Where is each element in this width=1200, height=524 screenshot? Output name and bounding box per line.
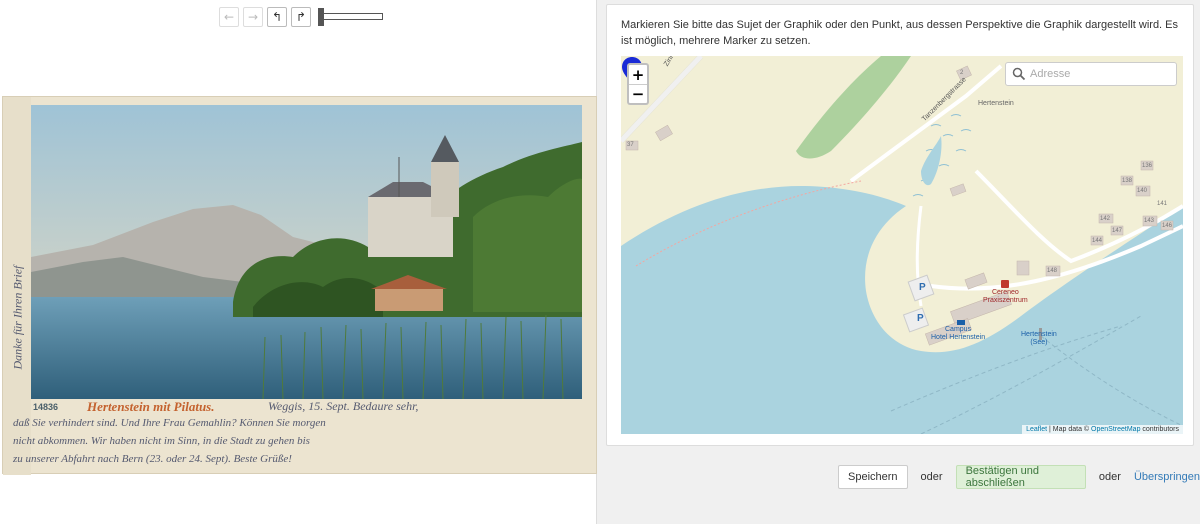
rotate-left-icon[interactable]: ↰	[267, 7, 287, 27]
map-zoom-control: + −	[627, 63, 649, 105]
zoom-in-button[interactable]: +	[629, 65, 647, 84]
slider-thumb[interactable]	[318, 8, 324, 26]
postcard-number: 14836	[33, 402, 59, 412]
address-search-input[interactable]	[1030, 68, 1170, 80]
house-number: 148	[1047, 268, 1058, 274]
house-number: 147	[1112, 228, 1123, 234]
zoom-out-button[interactable]: −	[629, 84, 647, 103]
handwriting-side: Danke für Ihren Brief	[10, 265, 25, 370]
poi-campus-name: Campus	[945, 326, 972, 333]
handwriting-line-4: zu unserer Abfahrt nach Bern (23. oder 2…	[13, 453, 292, 465]
house-number: 138	[1122, 178, 1133, 184]
house-number: 143	[1144, 218, 1155, 224]
handwriting-line-1: Weggis, 15. Sept. Bedaure sehr,	[268, 399, 419, 413]
poi-see-sub: (See)	[1030, 339, 1048, 346]
house-number: 144	[1092, 238, 1103, 244]
viewer-toolbar: ← → ↰ ↱	[219, 7, 383, 27]
confirm-finish-button[interactable]: Bestätigen und abschließen	[955, 465, 1086, 489]
house-number: 37	[627, 142, 634, 148]
poi-campus-icon	[957, 320, 965, 325]
poi-label-hertenstein-see: Hertenstein (See)	[1021, 331, 1057, 347]
map-attribution: Leaflet | Map data © OpenStreetMap contr…	[1022, 425, 1183, 434]
instructions-text: Markieren Sie bitte das Sujet der Graphi…	[621, 19, 1179, 47]
poi-campus-sub: Hotel Hertenstein	[931, 334, 986, 341]
arrow-right-icon[interactable]: →	[243, 7, 263, 27]
house-number: 136	[1142, 163, 1153, 169]
poi-see-name: Hertenstein	[1021, 331, 1057, 338]
action-bar: Speichern oder Bestätigen und abschließe…	[838, 465, 1200, 489]
attribution-sep: | Map data ©	[1047, 426, 1092, 433]
house-number: 140	[1137, 188, 1148, 194]
image-viewer-panel: ← → ↰ ↱ 14836 Hertenstein mit Pilatus. W…	[0, 0, 597, 524]
map-view[interactable]: Zinnenstrasse Tanzenbergstrasse Hertenst…	[621, 56, 1183, 434]
osm-link[interactable]: OpenStreetMap	[1091, 426, 1140, 433]
postcard-image: 14836 Hertenstein mit Pilatus. Weggis, 1…	[2, 96, 597, 475]
house-number: 141	[1157, 201, 1168, 207]
poi-cereneo-icon	[1001, 280, 1010, 288]
search-icon	[1012, 67, 1026, 81]
image-zoom-slider[interactable]	[318, 7, 383, 27]
slider-track	[321, 13, 383, 20]
geotag-panel: Markieren Sie bitte das Sujet der Graphi…	[606, 4, 1194, 446]
postcard-caption: Hertenstein mit Pilatus.	[87, 399, 215, 414]
handwriting-line-3: nicht abkommen. Wir haben nicht im Sinn,…	[13, 435, 310, 447]
house-number: 142	[1100, 216, 1111, 222]
house-number: 146	[1162, 223, 1173, 229]
or-separator: oder	[1098, 471, 1121, 483]
rotate-right-icon[interactable]: ↱	[291, 7, 311, 27]
poi-cereneo-name: Cereneo	[991, 289, 1019, 296]
leaflet-link[interactable]: Leaflet	[1026, 426, 1047, 433]
parking-icon: P	[917, 313, 924, 324]
skip-link[interactable]: Überspringen	[1134, 471, 1200, 483]
attribution-tail: contributors	[1140, 426, 1179, 433]
handwriting-line-2: daß Sie verhindert sind. Und Ihre Frau G…	[13, 417, 326, 429]
poi-label-campus: Campus Hotel Hertenstein	[931, 320, 985, 342]
parking-icon: P	[919, 282, 926, 293]
house-number: 2	[960, 70, 964, 76]
poi-label-cereneo: Cereneo Praxiszentrum	[983, 280, 1028, 305]
poi-cereneo-sub: Praxiszentrum	[983, 297, 1028, 304]
map-tiles	[621, 56, 1183, 434]
save-button[interactable]: Speichern	[838, 465, 908, 489]
or-separator: oder	[920, 471, 943, 483]
address-search[interactable]	[1005, 62, 1177, 86]
place-label-hertenstein: Hertenstein	[978, 100, 1014, 107]
arrow-left-icon[interactable]: ←	[219, 7, 239, 27]
